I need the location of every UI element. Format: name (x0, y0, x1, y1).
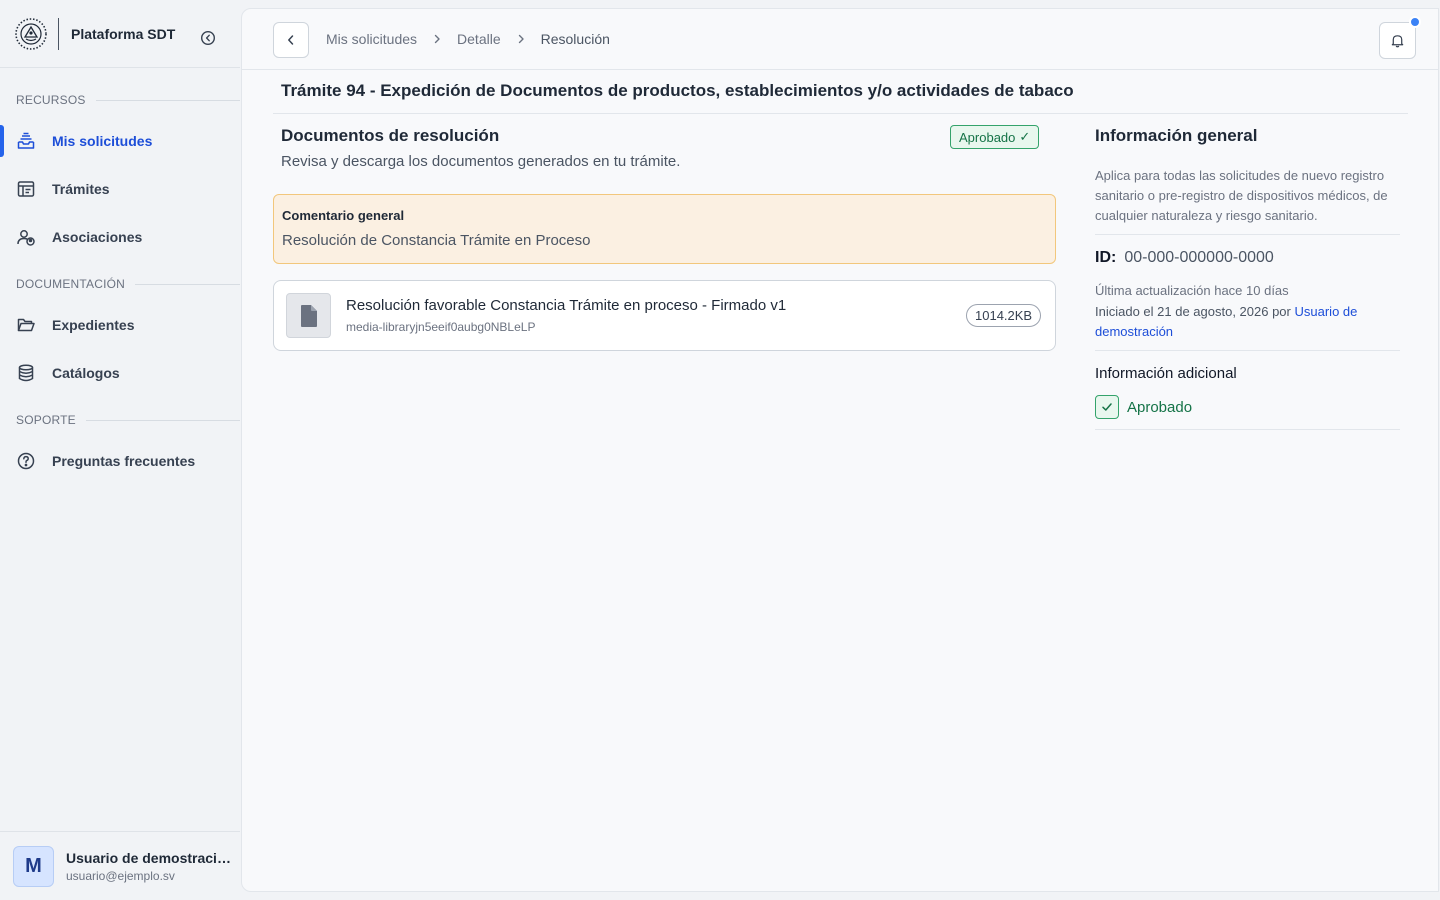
general-info-panel: Información general Aplica para todas la… (1095, 126, 1400, 430)
notification-badge (1409, 16, 1421, 28)
avatar: M (13, 845, 54, 887)
sidebar-item-tramites[interactable]: Trámites (0, 169, 240, 209)
started-text: Iniciado el 21 de agosto, 2026 por (1095, 304, 1291, 319)
sidebar-item-label: Catálogos (52, 365, 120, 381)
file-size-badge: 1014.2KB (966, 304, 1042, 327)
sidebar-item-asociaciones[interactable]: Asociaciones (0, 217, 240, 257)
sidebar-item-label: Asociaciones (52, 229, 143, 245)
breadcrumb-item-resolucion: Resolución (540, 31, 610, 47)
national-seal-icon (14, 17, 48, 51)
document-file-icon (286, 293, 331, 338)
sidebar-item-catalogos[interactable]: Catálogos (0, 353, 240, 393)
sidebar-item-label: Mis solicitudes (52, 133, 153, 149)
general-comment: Comentario general Resolución de Constan… (273, 194, 1056, 264)
bell-icon (1391, 35, 1404, 48)
documents-title: Documentos de resolución (281, 126, 500, 145)
app-title: Plataforma SDT (71, 25, 176, 42)
file-item[interactable]: Resolución favorable Constancia Trámite … (273, 280, 1056, 351)
chevron-right-icon (515, 33, 527, 45)
user-profile[interactable]: M Usuario de demostración usuario@ejempl… (0, 831, 240, 900)
chevron-left-circle-icon (200, 30, 216, 46)
section-label-soporte: SOPORTE (16, 413, 240, 427)
section-label-documentacion: DOCUMENTACIÓN (16, 277, 240, 291)
user-name: Usuario de demostración (66, 849, 231, 866)
info-divider (1095, 429, 1400, 430)
breadcrumb-item-mis-solicitudes[interactable]: Mis solicitudes (326, 31, 417, 47)
documents-subtitle: Revisa y descarga los documentos generad… (281, 153, 681, 170)
info-title: Información general (1095, 126, 1258, 145)
info-divider (1095, 234, 1400, 235)
brand-divider (58, 17, 59, 50)
additional-status-label: Aprobado (1127, 398, 1193, 416)
breadcrumb-item-detalle[interactable]: Detalle (457, 31, 501, 47)
notifications-button[interactable] (1379, 22, 1416, 59)
chevron-right-icon (431, 33, 443, 45)
checkmark-icon (1095, 395, 1119, 419)
started-info: Iniciado el 21 de agosto, 2026 por Usuar… (1095, 302, 1400, 342)
user-email: usuario@ejemplo.sv (66, 868, 175, 883)
breadcrumb: Mis solicitudes Detalle Resolución (326, 31, 610, 47)
id-label: ID: (1095, 249, 1117, 266)
sidebar: Plataforma SDT RECURSOS Mis solicitudes (0, 0, 240, 900)
status-badge: Aprobado ✓ (950, 125, 1040, 149)
title-divider (273, 113, 1408, 114)
file-name: Resolución favorable Constancia Trámite … (346, 297, 787, 314)
back-button[interactable] (273, 22, 309, 58)
checkmark-icon: ✓ (1019, 129, 1031, 144)
sidebar-item-mis-solicitudes[interactable]: Mis solicitudes (0, 121, 240, 161)
last-updated: Última actualización hace 10 días (1095, 283, 1289, 298)
sidebar-item-preguntas-frecuentes[interactable]: Preguntas frecuentes (0, 441, 240, 481)
additional-status: Aprobado (1095, 395, 1400, 429)
info-divider (1095, 350, 1400, 351)
file-path: media-libraryjn5eeif0aubg0NBLeLP (346, 320, 536, 334)
status-label: Aprobado (959, 129, 1016, 145)
folder-open-icon (16, 315, 36, 335)
chevron-left-icon (288, 35, 294, 45)
id-value: 00-000-000000-0000 (1124, 249, 1274, 266)
inbox-stack-icon (16, 131, 36, 151)
user-group-icon (16, 227, 36, 247)
database-icon (16, 363, 36, 383)
topbar: Mis solicitudes Detalle Resolución (242, 9, 1439, 70)
comment-title: Comentario general (282, 208, 405, 223)
sidebar-item-expedientes[interactable]: Expedientes (0, 305, 240, 345)
comment-text: Resolución de Constancia Trámite en Proc… (282, 232, 591, 249)
section-label-recursos: RECURSOS (16, 93, 240, 107)
sidebar-item-label: Preguntas frecuentes (52, 453, 196, 469)
question-circle-icon (16, 451, 36, 471)
sidebar-item-label: Trámites (52, 181, 110, 197)
page-title: Trámite 94 - Expedición de Documentos de… (281, 81, 1074, 100)
collapse-sidebar-button[interactable] (199, 29, 217, 47)
user-info: Usuario de demostración usuario@ejemplo.… (66, 850, 231, 883)
additional-info-title: Información adicional (1095, 365, 1237, 382)
calendar-table-icon (16, 179, 36, 199)
sidebar-item-label: Expedientes (52, 317, 135, 333)
main-panel: Mis solicitudes Detalle Resolución Trámi… (241, 8, 1439, 892)
info-description: Aplica para todas las solicitudes de nue… (1095, 168, 1388, 223)
request-id: ID: 00-000-000000-0000 (1095, 249, 1400, 267)
